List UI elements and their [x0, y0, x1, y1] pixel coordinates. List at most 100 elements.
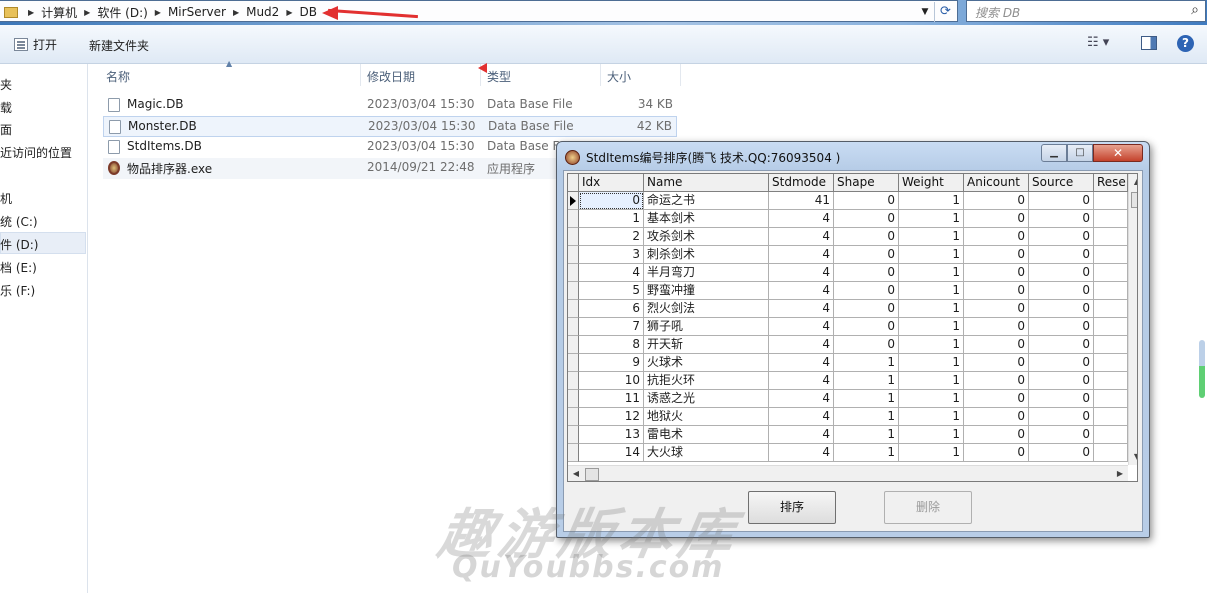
grid-row[interactable]: 9 火球术 4 1 1 0 0: [568, 354, 1137, 372]
nav-item-drive-d[interactable]: 件 (D:): [0, 236, 38, 253]
refresh-icon[interactable]: ⟳: [934, 2, 956, 22]
grid-cell[interactable]: 0: [1029, 318, 1094, 336]
grid-cell[interactable]: 4: [769, 228, 834, 246]
grid-cell[interactable]: 刺杀剑术: [644, 246, 769, 264]
grid-cell[interactable]: 0: [964, 300, 1029, 318]
grid-cell[interactable]: 3: [579, 246, 644, 264]
grid-cell[interactable]: 0: [1029, 192, 1094, 210]
grid-cell[interactable]: 1: [899, 390, 964, 408]
grid-cell[interactable]: 抗拒火环: [644, 372, 769, 390]
grid-row[interactable]: 12 地狱火 4 1 1 0 0: [568, 408, 1137, 426]
grid-cell[interactable]: 雷电术: [644, 426, 769, 444]
address-bar[interactable]: ▶ 计算机 ▶ 软件 (D:) ▶ MirServer ▶ Mud2 ▶ DB …: [0, 0, 958, 22]
grid-row[interactable]: 11 诱惑之光 4 1 1 0 0: [568, 390, 1137, 408]
grid-cell[interactable]: 0: [834, 246, 899, 264]
grid-cell[interactable]: 4: [769, 300, 834, 318]
grid-cell[interactable]: 1: [899, 210, 964, 228]
search-icon[interactable]: ⌕: [1191, 2, 1199, 18]
grid-cell[interactable]: 火球术: [644, 354, 769, 372]
grid-cell[interactable]: 14: [579, 444, 644, 462]
grid-column-header[interactable]: Weight: [899, 174, 964, 192]
grid-cell[interactable]: 0: [1029, 336, 1094, 354]
nav-item[interactable]: 载: [0, 99, 12, 116]
grid-cell[interactable]: [1094, 444, 1128, 462]
scroll-thumb[interactable]: [585, 468, 599, 481]
grid-cell[interactable]: 1: [834, 372, 899, 390]
grid-cell[interactable]: 野蛮冲撞: [644, 282, 769, 300]
file-row[interactable]: Magic.DB 2023/03/04 15:30 Data Base File…: [103, 95, 677, 116]
column-separator[interactable]: [680, 64, 681, 86]
row-indicator[interactable]: [568, 300, 579, 318]
grid-cell[interactable]: 0: [964, 408, 1029, 426]
grid-cell[interactable]: 0: [964, 228, 1029, 246]
grid-cell[interactable]: 0: [579, 192, 644, 210]
grid-cell[interactable]: 0: [1029, 246, 1094, 264]
grid-cell[interactable]: 狮子吼: [644, 318, 769, 336]
grid-cell[interactable]: [1094, 318, 1128, 336]
row-indicator[interactable]: [568, 246, 579, 264]
grid-cell[interactable]: 0: [1029, 444, 1094, 462]
grid-cell[interactable]: 41: [769, 192, 834, 210]
breadcrumb-db[interactable]: DB: [296, 5, 319, 19]
grid-cell[interactable]: 0: [834, 282, 899, 300]
grid-cell[interactable]: [1094, 390, 1128, 408]
column-separator[interactable]: [360, 64, 361, 86]
grid-cell[interactable]: 0: [964, 264, 1029, 282]
grid-cell[interactable]: 0: [834, 318, 899, 336]
grid-column-header[interactable]: Anicount: [964, 174, 1029, 192]
grid-cell[interactable]: 1: [834, 390, 899, 408]
grid-cell[interactable]: 1: [899, 264, 964, 282]
grid-row[interactable]: 14 大火球 4 1 1 0 0: [568, 444, 1137, 462]
grid-cell[interactable]: 0: [1029, 354, 1094, 372]
help-icon[interactable]: ?: [1177, 35, 1194, 52]
grid-cell[interactable]: 4: [769, 210, 834, 228]
grid-cell[interactable]: 1: [834, 426, 899, 444]
open-button[interactable]: 打开: [14, 36, 57, 53]
nav-item-computer[interactable]: 机: [0, 190, 12, 207]
grid-row[interactable]: 5 野蛮冲撞 4 0 1 0 0: [568, 282, 1137, 300]
grid-cell[interactable]: 1: [899, 228, 964, 246]
grid-cell[interactable]: [1094, 192, 1128, 210]
search-box[interactable]: 搜索 DB ⌕: [966, 0, 1206, 22]
grid-row[interactable]: 10 抗拒火环 4 1 1 0 0: [568, 372, 1137, 390]
grid-cell[interactable]: 0: [834, 192, 899, 210]
chevron-right-icon[interactable]: ▶: [80, 8, 94, 17]
column-separator[interactable]: [600, 64, 601, 86]
grid-column-header[interactable]: Stdmode: [769, 174, 834, 192]
grid-cell[interactable]: 地狱火: [644, 408, 769, 426]
row-indicator[interactable]: [568, 372, 579, 390]
row-indicator[interactable]: [568, 228, 579, 246]
grid-cell[interactable]: 0: [834, 336, 899, 354]
grid-column-header[interactable]: Idx: [579, 174, 644, 192]
grid-cell[interactable]: 4: [769, 354, 834, 372]
grid-cell[interactable]: 8: [579, 336, 644, 354]
grid-cell[interactable]: [1094, 336, 1128, 354]
grid-cell[interactable]: [1094, 300, 1128, 318]
grid-cell[interactable]: 1: [834, 354, 899, 372]
grid-cell[interactable]: 4: [769, 372, 834, 390]
grid-cell[interactable]: 4: [769, 390, 834, 408]
scroll-right-icon[interactable]: ▶: [1112, 466, 1128, 481]
grid-cell[interactable]: 0: [834, 210, 899, 228]
new-folder-button[interactable]: 新建文件夹: [89, 37, 149, 54]
grid-cell[interactable]: 0: [964, 246, 1029, 264]
row-indicator[interactable]: [568, 444, 579, 462]
row-indicator[interactable]: [568, 318, 579, 336]
column-header-name[interactable]: 名称: [106, 68, 130, 85]
grid-cell[interactable]: 1: [899, 444, 964, 462]
grid-row[interactable]: 1 基本剑术 4 0 1 0 0: [568, 210, 1137, 228]
row-indicator[interactable]: [568, 354, 579, 372]
grid-cell[interactable]: 0: [1029, 408, 1094, 426]
chevron-right-icon[interactable]: ▶: [282, 8, 296, 17]
grid-cell[interactable]: [1094, 228, 1128, 246]
grid-cell[interactable]: 4: [769, 246, 834, 264]
row-indicator[interactable]: [568, 282, 579, 300]
scroll-indicator[interactable]: [1199, 340, 1205, 398]
horizontal-scrollbar[interactable]: ◀ ▶: [568, 465, 1128, 481]
grid-cell[interactable]: 1: [899, 372, 964, 390]
grid-cell[interactable]: 诱惑之光: [644, 390, 769, 408]
grid-cell[interactable]: 开天斩: [644, 336, 769, 354]
grid-cell[interactable]: 4: [769, 444, 834, 462]
preview-pane-icon[interactable]: [1141, 36, 1157, 50]
grid-cell[interactable]: [1094, 426, 1128, 444]
